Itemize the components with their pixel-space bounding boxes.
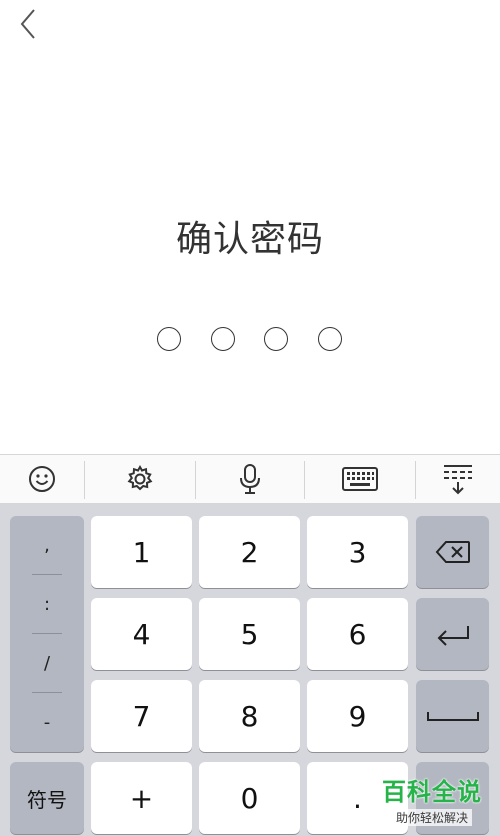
backspace-icon <box>435 541 470 563</box>
voice-input-button[interactable] <box>196 455 304 503</box>
symbol-key-comma[interactable]: , <box>10 516 84 574</box>
pin-indicator <box>0 327 500 357</box>
emoji-icon <box>29 466 55 492</box>
keyboard-toolbar <box>0 454 500 504</box>
enter-key[interactable] <box>416 598 489 670</box>
key-4[interactable]: 4 <box>91 598 192 670</box>
enter-icon <box>437 626 469 646</box>
pin-dot <box>157 327 181 351</box>
chevron-left-icon <box>20 9 35 39</box>
emoji-button[interactable] <box>0 455 84 503</box>
symbol-column: , : / - <box>10 516 84 752</box>
symbol-key-slash[interactable]: / <box>10 634 84 692</box>
key-8[interactable]: 8 <box>199 680 300 752</box>
key-7[interactable]: 7 <box>91 680 192 752</box>
pin-dot <box>211 327 235 351</box>
key-9[interactable]: 9 <box>307 680 408 752</box>
back-button[interactable] <box>14 4 44 40</box>
backspace-key[interactable] <box>416 516 489 588</box>
key-3[interactable]: 3 <box>307 516 408 588</box>
watermark-title: 百科全说 <box>382 778 482 806</box>
space-icon <box>426 712 479 721</box>
collapse-keyboard-icon <box>444 465 472 495</box>
symbols-key[interactable]: 符号 <box>10 762 84 834</box>
page-title: 确认密码 <box>175 219 324 260</box>
hide-keyboard-button[interactable] <box>416 455 500 503</box>
pin-dot <box>264 327 288 351</box>
symbol-key-colon[interactable]: : <box>10 575 84 633</box>
gear-icon <box>127 464 153 491</box>
watermark-subtitle: 助你轻松解决 <box>391 809 472 826</box>
microphone-icon <box>240 464 260 494</box>
keyboard-icon <box>342 467 378 491</box>
key-6[interactable]: 6 <box>307 598 408 670</box>
space-key[interactable] <box>416 680 489 752</box>
settings-button[interactable] <box>85 455 195 503</box>
keyboard-switch-button[interactable] <box>305 455 415 503</box>
symbol-key-dash[interactable]: - <box>10 693 84 751</box>
plus-key[interactable]: + <box>91 762 192 834</box>
key-5[interactable]: 5 <box>199 598 300 670</box>
pin-dot <box>318 327 342 351</box>
key-0[interactable]: 0 <box>199 762 300 834</box>
watermark: 百科全说 助你轻松解决 <box>372 772 492 832</box>
key-2[interactable]: 2 <box>199 516 300 588</box>
key-1[interactable]: 1 <box>91 516 192 588</box>
